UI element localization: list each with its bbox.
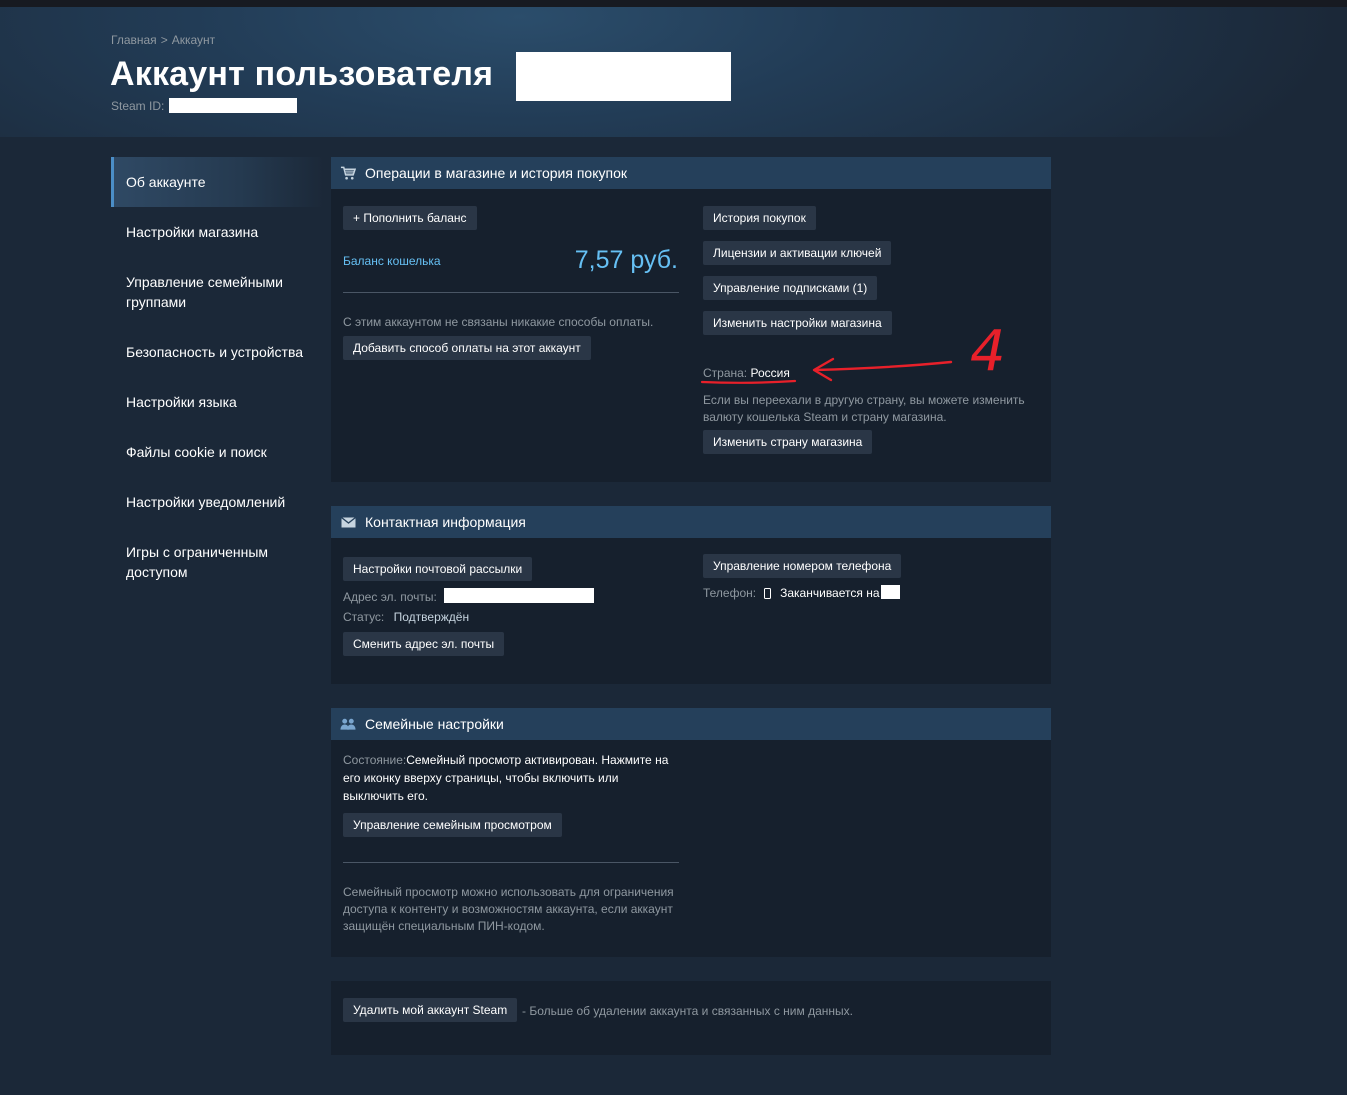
breadcrumb-home[interactable]: Главная xyxy=(111,33,157,47)
breadcrumb-separator: > xyxy=(160,33,168,47)
cart-icon xyxy=(340,165,356,181)
family-state-label: Состояние: xyxy=(343,753,407,767)
sidebar-item-label: Настройки магазина xyxy=(126,224,259,240)
country-label: Страна: xyxy=(703,366,748,380)
wallet-balance-value: 7,57 руб. xyxy=(574,246,678,274)
licenses-button[interactable]: Лицензии и активации ключей xyxy=(703,241,892,265)
sidebar-item-restricted-games[interactable]: Игры с ограниченным доступом xyxy=(111,542,321,582)
breadcrumb-current[interactable]: Аккаунт xyxy=(172,33,215,47)
delete-account-button[interactable]: Удалить мой аккаунт Steam xyxy=(343,998,518,1022)
phone-row: Телефон: Заканчивается на xyxy=(703,586,880,600)
email-status-row: Статус: Подтверждён xyxy=(343,610,469,624)
steam-id-label: Steam ID: xyxy=(111,99,165,113)
sidebar-item-notifications[interactable]: Настройки уведомлений xyxy=(111,492,300,512)
sidebar-item-security[interactable]: Безопасность и устройства xyxy=(111,342,318,362)
sidebar-item-label: Игры с ограниченным доступом xyxy=(126,544,269,580)
change-country-button[interactable]: Изменить страну магазина xyxy=(703,430,873,454)
phone-icon xyxy=(764,587,772,599)
contact-panel-title: Контактная информация xyxy=(365,514,526,530)
sidebar-item-label: Настройки уведомлений xyxy=(126,494,286,510)
sidebar-item-store-prefs[interactable]: Настройки магазина xyxy=(111,222,273,242)
redacted-username xyxy=(516,52,731,101)
status-label: Статус: xyxy=(343,610,385,624)
manage-family-view-button[interactable]: Управление семейным просмотром xyxy=(343,813,562,837)
family-panel-title: Семейные настройки xyxy=(365,716,504,732)
sidebar-item-label: Настройки языка xyxy=(126,394,237,410)
sidebar-item-cookies[interactable]: Файлы cookie и поиск xyxy=(111,442,282,462)
breadcrumb: Главная > Аккаунт xyxy=(111,33,215,47)
sidebar-item-label: Безопасность и устройства xyxy=(126,344,304,360)
sidebar-item-label: Управление семейными группами xyxy=(126,274,283,310)
top-bar xyxy=(0,0,1347,7)
delete-account-note[interactable]: - Больше об удалении аккаунта и связанны… xyxy=(522,1004,853,1018)
family-panel: Семейные настройки Состояние:Семейный пр… xyxy=(331,708,1051,957)
sidebar-item-label: Об аккаунте xyxy=(126,174,206,190)
phone-value: Заканчивается на xyxy=(780,586,880,600)
divider xyxy=(343,292,679,293)
sidebar-item-language[interactable]: Настройки языка xyxy=(111,392,252,412)
newsletter-button[interactable]: Настройки почтовой рассылки xyxy=(343,557,533,581)
divider xyxy=(343,862,679,863)
add-funds-button[interactable]: + Пополнить баланс xyxy=(343,206,477,230)
redacted-email xyxy=(444,588,594,603)
email-label: Адрес эл. почты: xyxy=(343,590,437,604)
add-payment-button[interactable]: Добавить способ оплаты на этот аккаунт xyxy=(343,336,591,360)
store-panel-title: Операции в магазине и история покупок xyxy=(365,165,627,181)
change-email-button[interactable]: Сменить адрес эл. почты xyxy=(343,632,505,656)
store-panel: Операции в магазине и история покупок + … xyxy=(331,157,1051,482)
family-state-text: Состояние:Семейный просмотр активирован.… xyxy=(343,751,678,805)
envelope-icon xyxy=(340,514,356,530)
store-panel-header: Операции в магазине и история покупок xyxy=(331,157,1051,189)
redacted-steam-id xyxy=(169,98,297,113)
contact-panel: Контактная информация Настройки почтовой… xyxy=(331,506,1051,684)
store-preferences-button[interactable]: Изменить настройки магазина xyxy=(703,311,892,335)
sidebar-item-label: Файлы cookie и поиск xyxy=(126,444,267,460)
delete-account-panel: Удалить мой аккаунт Steam - Больше об уд… xyxy=(331,981,1051,1055)
subscriptions-button[interactable]: Управление подписками (1) xyxy=(703,276,878,300)
country-value: Россия xyxy=(750,366,790,380)
sidebar-item-account[interactable]: Об аккаунте xyxy=(111,157,324,207)
wallet-balance-label[interactable]: Баланс кошелька xyxy=(343,254,441,268)
contact-panel-header: Контактная информация xyxy=(331,506,1051,538)
country-row: Страна: Россия xyxy=(703,366,790,380)
no-payment-text: С этим аккаунтом не связаны никакие спос… xyxy=(343,315,654,329)
redacted-phone xyxy=(881,585,900,599)
page-title: Аккаунт пользователя xyxy=(110,55,494,93)
phone-label: Телефон: xyxy=(703,586,757,600)
family-icon xyxy=(340,716,356,732)
manage-phone-button[interactable]: Управление номером телефона xyxy=(703,554,902,578)
family-panel-header: Семейные настройки xyxy=(331,708,1051,740)
purchase-history-button[interactable]: История покупок xyxy=(703,206,816,230)
moved-note: Если вы переехали в другую страну, вы мо… xyxy=(703,393,1025,424)
status-value: Подтверждён xyxy=(393,610,470,624)
sidebar-item-family[interactable]: Управление семейными группами xyxy=(111,272,321,312)
family-description: Семейный просмотр можно использовать для… xyxy=(343,885,674,933)
